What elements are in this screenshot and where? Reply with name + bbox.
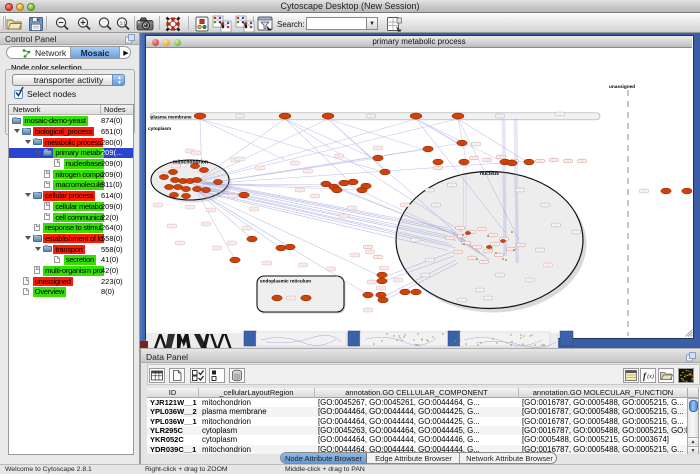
svg-text:plasma membrane: plasma membrane xyxy=(151,114,193,119)
svg-text:unassigned: unassigned xyxy=(609,84,635,89)
svg-text:cytoplasm: cytoplasm xyxy=(148,126,171,131)
svg-text:mitochondrion: mitochondrion xyxy=(173,160,208,166)
svg-text:(x): (x) xyxy=(647,373,654,380)
svg-text:endoplasmic reticulum: endoplasmic reticulum xyxy=(260,279,311,284)
svg-text:1:1: 1:1 xyxy=(120,21,127,26)
svg-text:nucleus: nucleus xyxy=(480,171,499,177)
